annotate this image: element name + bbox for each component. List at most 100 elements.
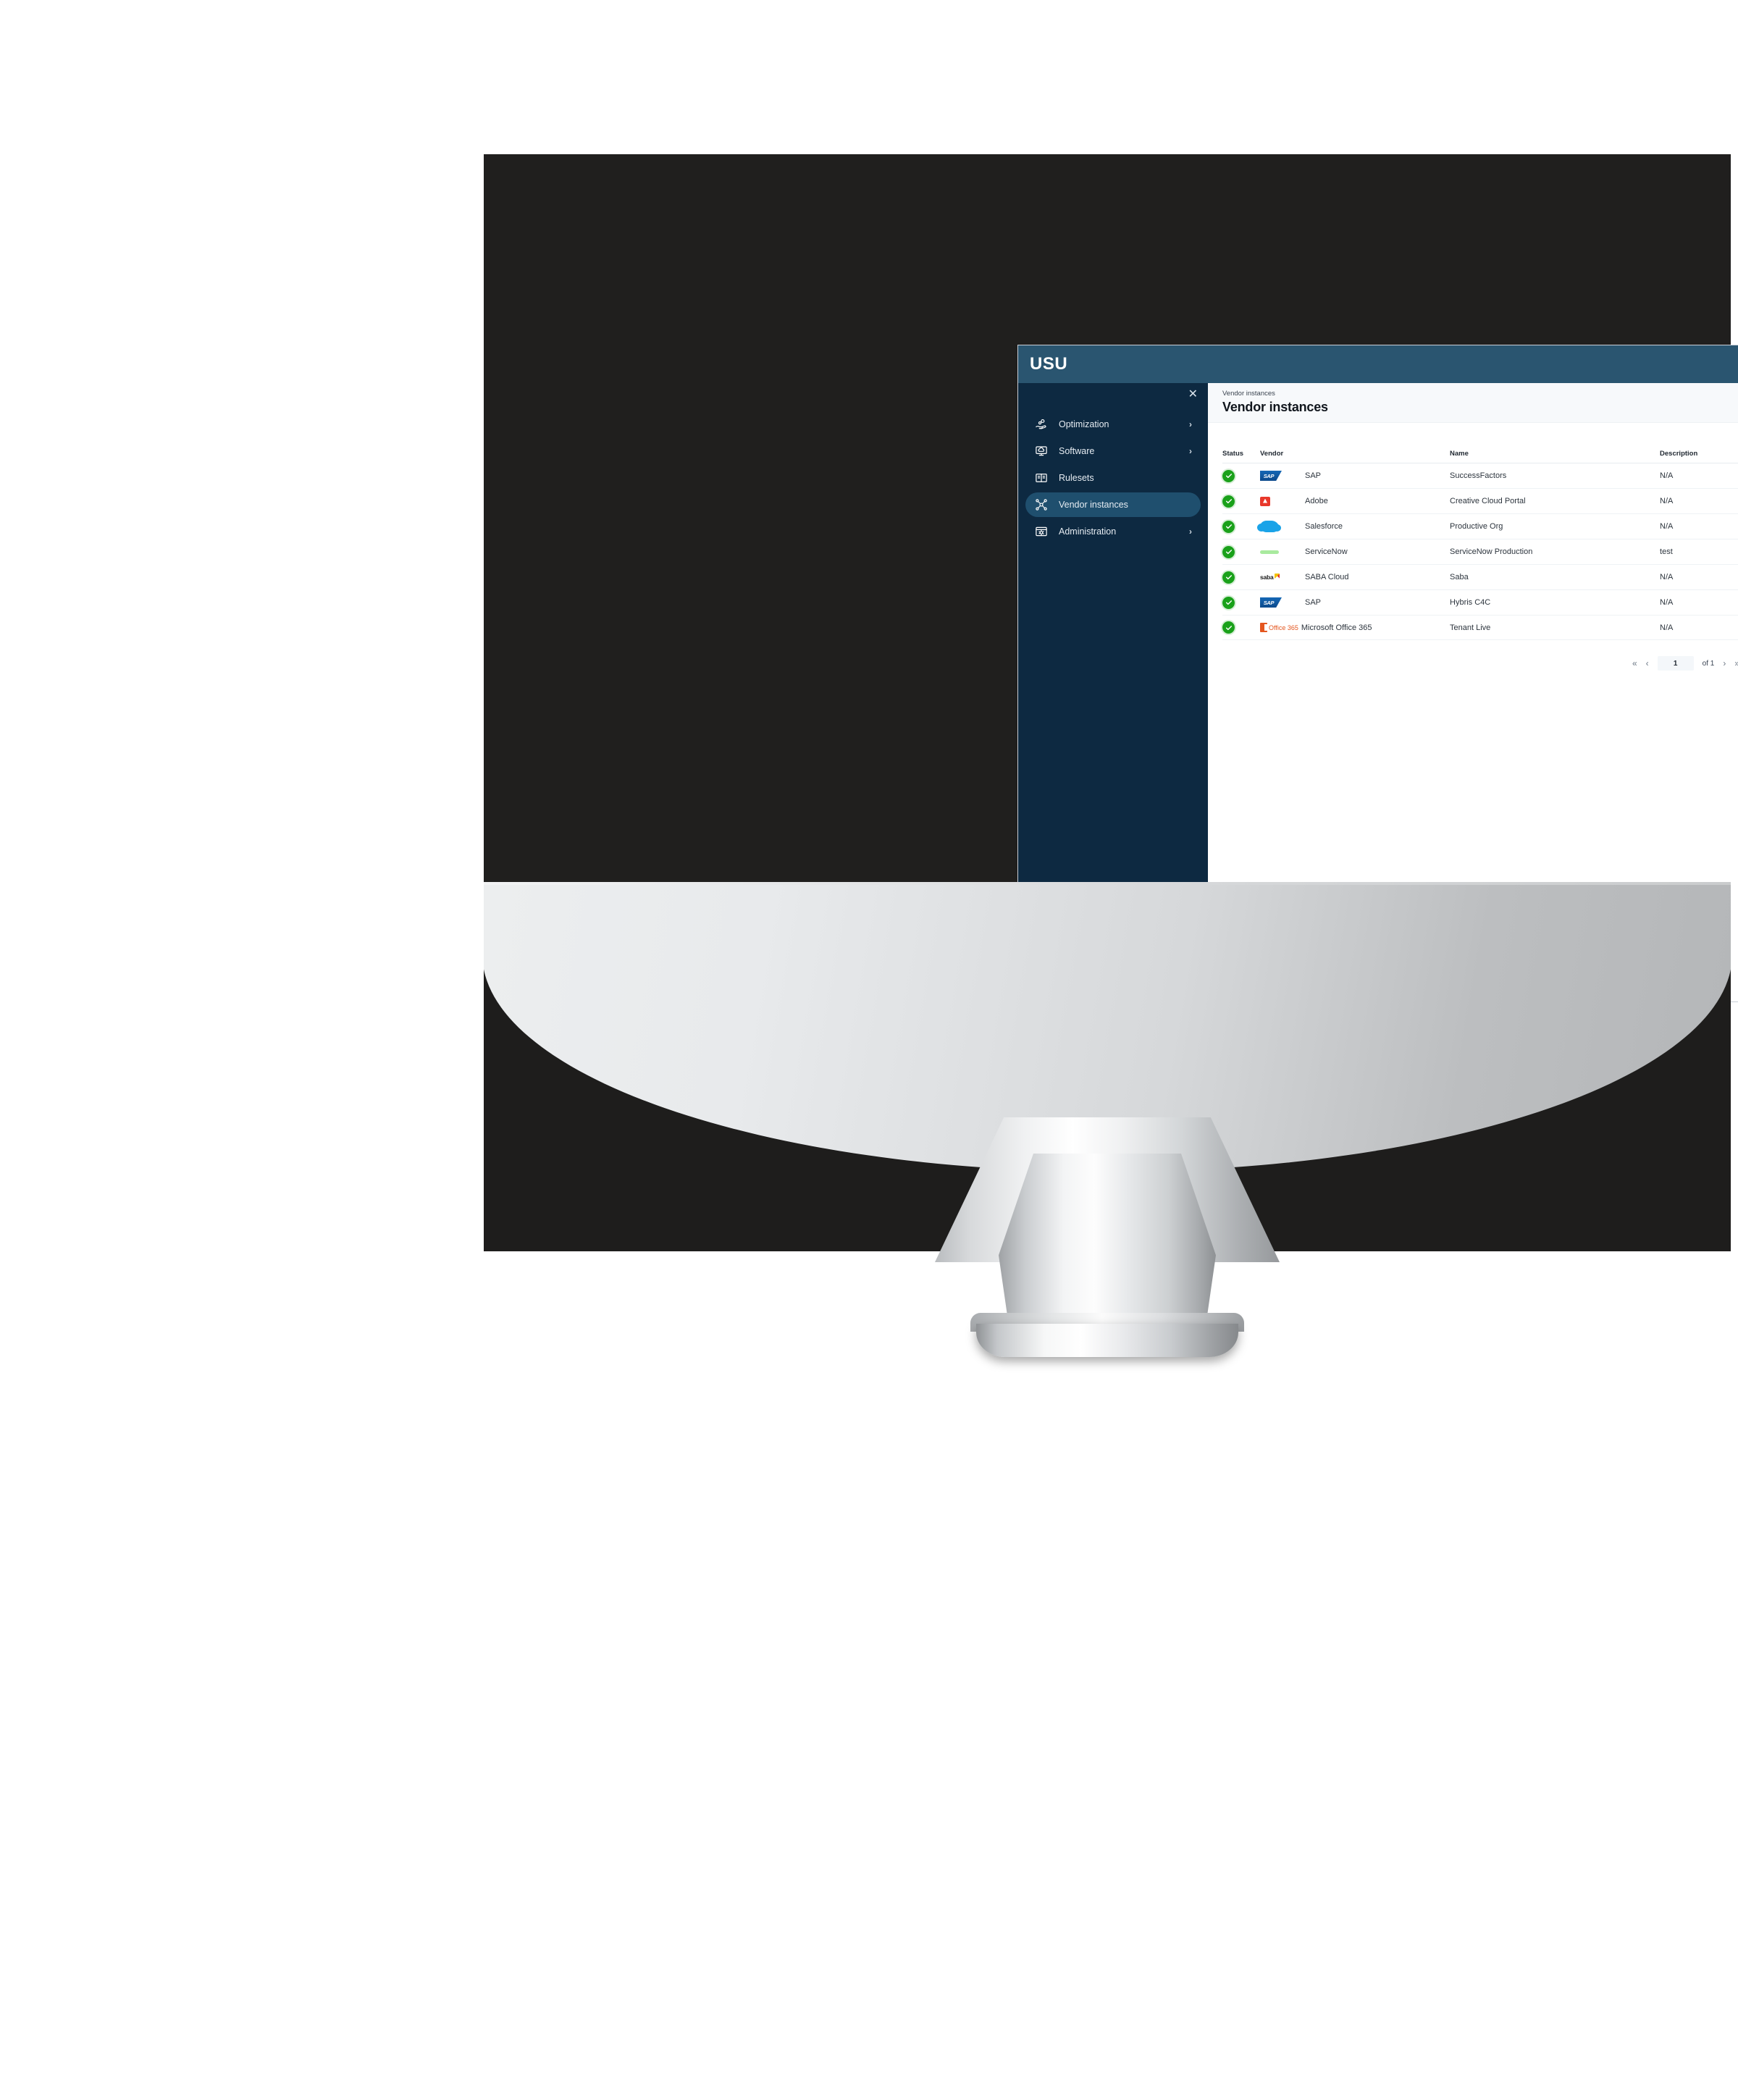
cell-name: ServiceNow Production [1450, 539, 1661, 565]
sidebar-item-label: Software [1059, 446, 1095, 456]
breadcrumb: Vendor instances [1222, 390, 1275, 398]
cell-status [1222, 463, 1260, 489]
cell-status [1222, 513, 1260, 539]
office365-logo: Office 365 [1260, 623, 1298, 632]
cell-description: N/A [1660, 589, 1738, 616]
pagination: « ‹ of 1 › » [1208, 656, 1738, 671]
desk-edge [484, 882, 1731, 885]
cell-description: N/A [1660, 615, 1738, 640]
sidebar-item-label: Rulesets [1059, 473, 1094, 483]
chevron-right-icon: › [1189, 419, 1192, 429]
prev-page-button[interactable]: ‹ [1646, 658, 1649, 668]
cell-vendor-logo-and-name: Office 365 Microsoft Office 365 [1260, 615, 1451, 640]
table-row[interactable]: ServiceNow ServiceNow Production test [1222, 539, 1738, 565]
cell-description: test [1660, 539, 1738, 565]
page-number-input[interactable] [1657, 656, 1694, 671]
column-header-description[interactable]: Description [1660, 447, 1738, 463]
next-page-button[interactable]: › [1723, 658, 1726, 668]
page-header: Vendor instances Vendor instances [1208, 383, 1738, 423]
table-row[interactable]: Office 365 Microsoft Office 365 Tenant L… [1222, 615, 1738, 640]
status-ok-icon [1222, 495, 1235, 508]
cell-status [1222, 564, 1260, 590]
status-ok-icon [1222, 621, 1235, 634]
open-book-icon [1034, 471, 1049, 485]
cell-status [1222, 589, 1260, 616]
vendor-network-icon [1034, 497, 1049, 512]
adobe-logo [1260, 495, 1301, 508]
cell-vendor-logo: SAP [1260, 463, 1305, 489]
column-header-name[interactable]: Name [1450, 447, 1661, 463]
cell-vendor-name: SAP [1305, 463, 1451, 489]
page-count-label: of 1 [1702, 659, 1715, 668]
cell-description: N/A [1660, 463, 1738, 489]
monitor: USU exhibition@usu.com e ✕ [484, 154, 1738, 1357]
sap-logo-text: SAP [1260, 597, 1282, 608]
cell-description: N/A [1660, 564, 1738, 590]
sap-logo: SAP [1260, 469, 1301, 482]
monitor-stand-base [976, 1324, 1238, 1357]
sidebar-item-software[interactable]: Software › [1025, 439, 1201, 463]
cell-name: Hybris C4C [1450, 589, 1661, 616]
cell-description: N/A [1660, 488, 1738, 514]
office365-logo-text: Office 365 [1269, 623, 1298, 631]
cell-vendor-logo: SAP [1260, 589, 1305, 616]
servicenow-logo [1260, 545, 1301, 558]
cell-status [1222, 539, 1260, 565]
cell-vendor-name: Salesforce [1305, 513, 1451, 539]
sidebar-item-label: Optimization [1059, 419, 1109, 429]
table-toolbar: Display per page: 10 1 - 7 / 7 [1208, 423, 1738, 447]
chevron-right-icon: › [1189, 446, 1192, 456]
table-row[interactable]: SAP SAP Hybris C4C N/A [1222, 589, 1738, 616]
cell-vendor-name: SABA Cloud [1305, 564, 1451, 590]
cell-vendor-name: ServiceNow [1305, 539, 1451, 565]
saba-logo-text: saba [1260, 574, 1274, 581]
coins-hand-icon [1034, 417, 1049, 432]
cell-name: Productive Org [1450, 513, 1661, 539]
sidebar-item-label: Administration [1059, 526, 1117, 537]
sap-logo-text: SAP [1260, 471, 1282, 481]
sidebar-item-optimization[interactable]: Optimization › [1025, 412, 1201, 437]
last-page-button[interactable]: » [1734, 658, 1738, 668]
cell-vendor-logo [1260, 488, 1305, 514]
app-topbar: USU exhibition@usu.com e [1018, 345, 1738, 383]
admin-gear-icon [1034, 524, 1049, 539]
status-ok-icon [1222, 545, 1235, 558]
cell-description: N/A [1660, 513, 1738, 539]
sap-logo: SAP [1260, 596, 1301, 609]
salesforce-logo [1257, 520, 1301, 533]
cell-name: Creative Cloud Portal [1450, 488, 1661, 514]
sidebar-item-label: Vendor instances [1059, 500, 1128, 510]
page-title: Vendor instances [1222, 400, 1328, 414]
cell-name: SuccessFactors [1450, 463, 1661, 489]
cell-name: Tenant Live [1450, 615, 1661, 640]
cell-status [1222, 615, 1260, 640]
cell-vendor-logo: saba [1260, 564, 1305, 590]
saba-logo-mark [1274, 574, 1280, 579]
column-header-status[interactable]: Status [1222, 447, 1260, 463]
saba-logo: saba [1260, 571, 1301, 584]
sidebar-item-rulesets[interactable]: Rulesets [1025, 466, 1201, 490]
table-row[interactable]: saba SABA Cloud Saba N/A [1222, 564, 1738, 590]
office365-logo-mark [1260, 623, 1267, 632]
status-ok-icon [1222, 571, 1235, 584]
table-row[interactable]: Salesforce Productive Org N/A [1222, 513, 1738, 539]
status-ok-icon [1222, 469, 1235, 482]
close-icon[interactable]: ✕ [1188, 389, 1198, 400]
first-page-button[interactable]: « [1632, 658, 1637, 668]
cell-vendor-name: Microsoft Office 365 [1301, 623, 1372, 632]
cell-name: Saba [1450, 564, 1661, 590]
cell-status [1222, 488, 1260, 514]
column-header-vendor[interactable]: Vendor [1260, 447, 1451, 463]
vendor-instances-table: Status Vendor Name Description SAP SAP S… [1222, 447, 1738, 640]
status-ok-icon [1222, 596, 1235, 609]
sidebar-item-administration[interactable]: Administration › [1025, 519, 1201, 544]
sidebar-item-vendor-instances[interactable]: Vendor instances [1025, 492, 1201, 517]
cloud-monitor-icon [1034, 444, 1049, 458]
usu-logo: USU [1030, 354, 1068, 374]
cell-vendor-logo [1257, 513, 1305, 539]
chevron-right-icon: › [1189, 526, 1192, 537]
table-row[interactable]: Adobe Creative Cloud Portal N/A [1222, 488, 1738, 514]
sidebar-nav: Optimization › Software › Rulesets Vendo… [1018, 412, 1208, 544]
table-row[interactable]: SAP SAP SuccessFactors N/A [1222, 463, 1738, 489]
cell-vendor-name: Adobe [1305, 488, 1451, 514]
